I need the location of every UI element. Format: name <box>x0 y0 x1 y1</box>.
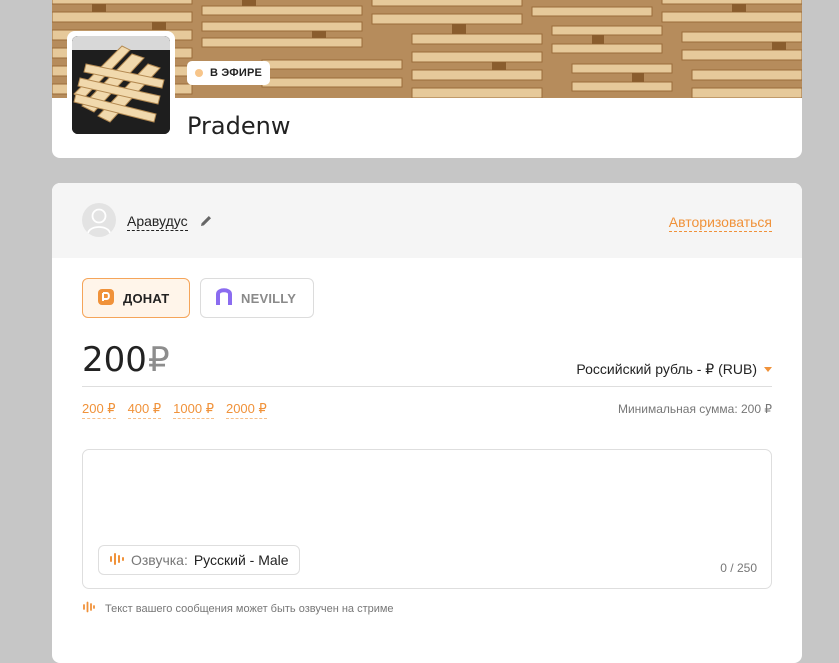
amount-presets: 200 ₽ 400 ₽ 1000 ₽ 2000 ₽ <box>82 401 267 419</box>
live-dot-icon <box>195 69 203 77</box>
live-badge: В ЭФИРЕ <box>187 61 271 85</box>
tab-donat[interactable]: ДОНАТ <box>82 278 190 318</box>
preset-2000[interactable]: 2000 ₽ <box>225 401 267 419</box>
live-label: В ЭФИРЕ <box>210 67 263 79</box>
preset-1000[interactable]: 1000 ₽ <box>173 401 214 419</box>
voice-hint-text: Текст вашего сообщения может быть озвуче… <box>105 602 394 615</box>
preset-400[interactable]: 400 ₽ <box>127 401 162 419</box>
tab-donat-label: ДОНАТ <box>123 290 170 306</box>
nevilly-icon <box>215 287 233 309</box>
soundwave-hint-icon <box>82 601 96 616</box>
user-avatar-icon <box>82 203 116 237</box>
donat-icon <box>97 288 115 309</box>
username[interactable]: Аравудус <box>127 213 188 231</box>
preset-200[interactable]: 200 ₽ <box>82 401 116 419</box>
login-link[interactable]: Авторизоваться <box>668 214 772 232</box>
char-counter: 0 / 250 <box>720 561 757 575</box>
voice-label: Озвучка: <box>131 552 188 568</box>
user-bar: Аравудус Авторизоваться <box>52 183 802 258</box>
amount-input[interactable]: 200 <box>82 340 147 380</box>
tab-nevilly[interactable]: NEVILLY <box>200 278 314 318</box>
voice-hint: Текст вашего сообщения может быть озвуче… <box>82 601 394 616</box>
amount-divider <box>82 386 772 387</box>
voice-value: Русский - Male <box>193 552 289 568</box>
channel-card: В ЭФИРЕ Pradenw <box>52 0 802 158</box>
donation-form: Аравудус Авторизоваться ДОНАТ NEVILLY 20… <box>52 183 802 663</box>
soundwave-icon <box>109 552 125 569</box>
pencil-icon[interactable] <box>199 214 213 228</box>
min-sum-text: Минимальная сумма: 200 ₽ <box>617 402 772 416</box>
channel-avatar <box>67 31 175 139</box>
tab-nevilly-label: NEVILLY <box>241 290 297 306</box>
message-textarea[interactable]: Озвучка: Русский - Male 0 / 250 <box>82 449 772 589</box>
voice-select[interactable]: Озвучка: Русский - Male <box>98 545 300 575</box>
amount-currency-symbol: ₽ <box>148 340 170 380</box>
currency-select[interactable]: Российский рубль - ₽ (RUB) <box>576 361 772 378</box>
pallet-avatar-image <box>72 36 170 134</box>
channel-name: Pradenw <box>187 112 291 140</box>
caret-down-icon <box>764 367 772 372</box>
currency-select-value: Российский рубль - ₽ (RUB) <box>576 361 757 377</box>
